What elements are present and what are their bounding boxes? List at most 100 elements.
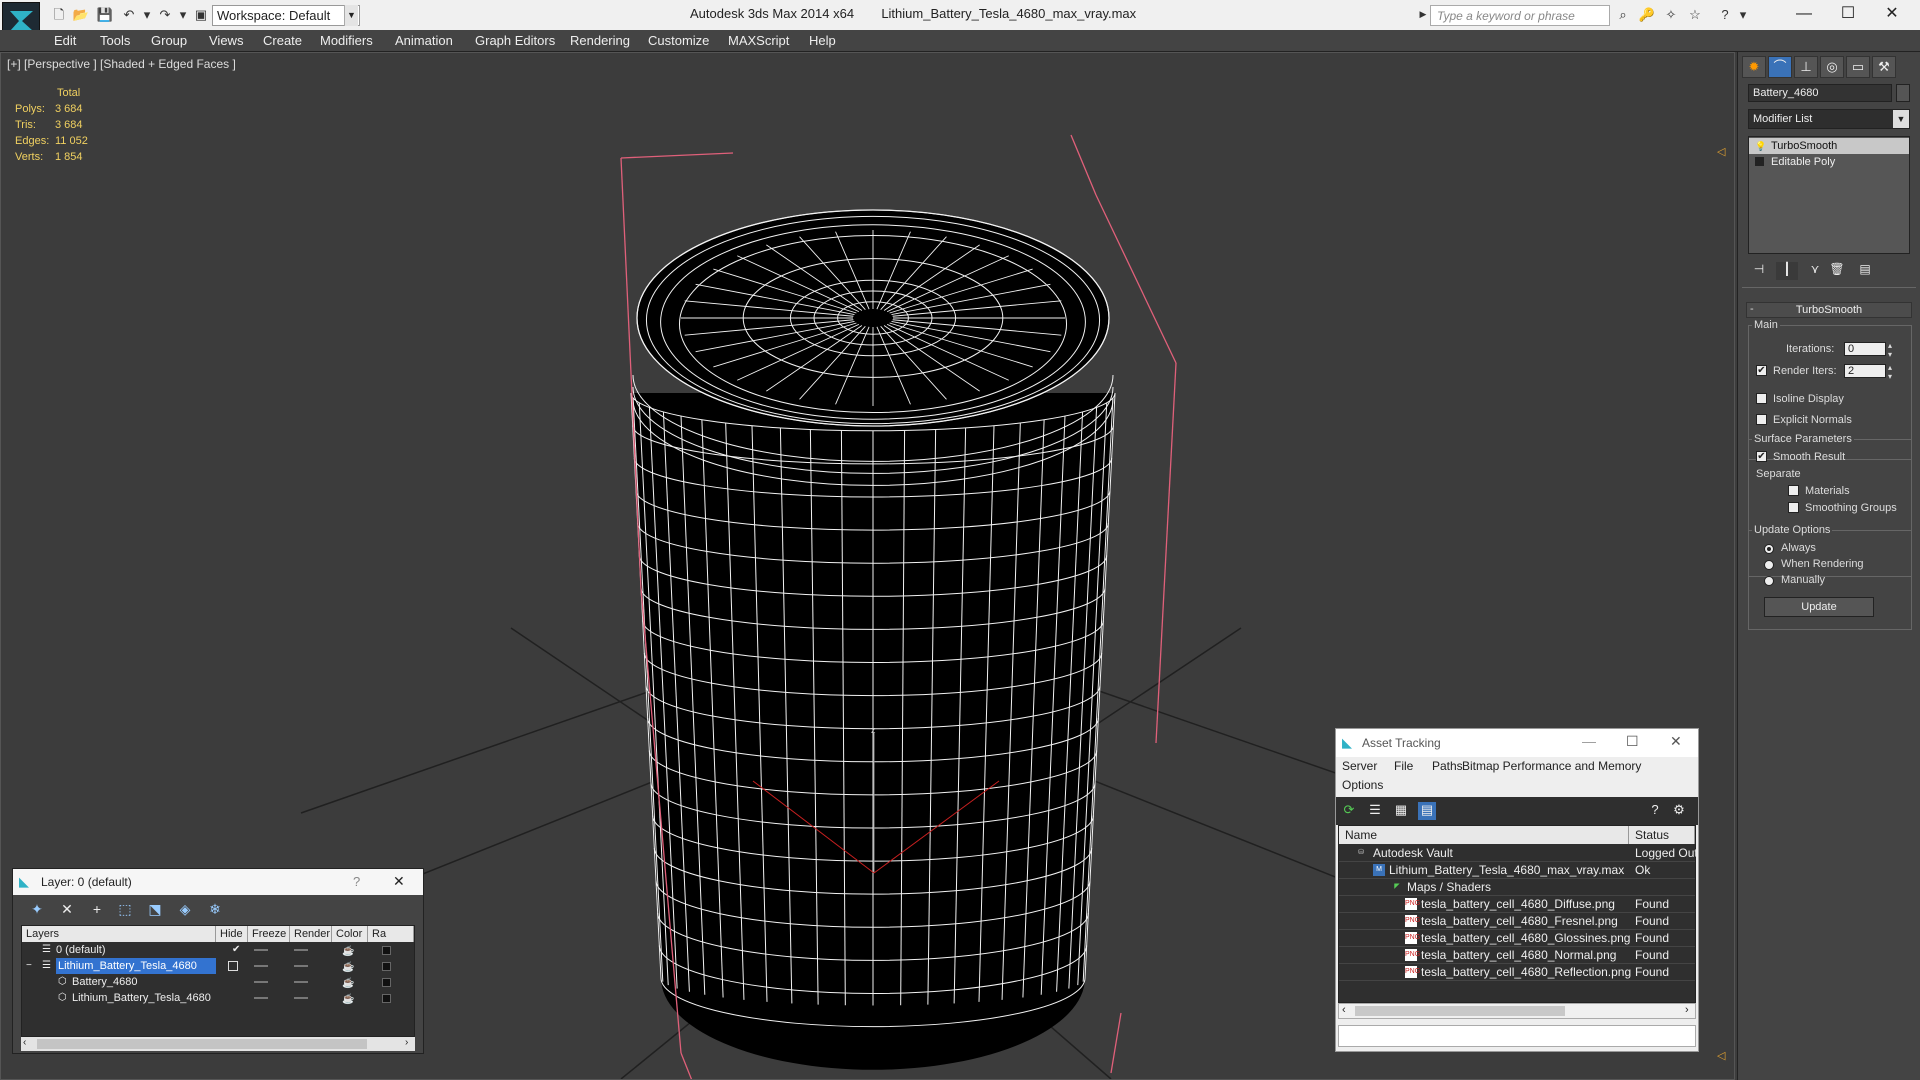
scrollbar-thumb[interactable] (1355, 1006, 1565, 1016)
help-button[interactable]: ? (353, 874, 360, 889)
maximize-button[interactable]: ☐ (1828, 2, 1868, 26)
maximize-button[interactable]: ☐ (1626, 733, 1639, 750)
list-view-icon[interactable]: ☰ (1366, 802, 1384, 820)
render-iters-spinner[interactable]: 2 (1844, 364, 1886, 378)
horizontal-scrollbar[interactable]: ‹ › (21, 1037, 415, 1051)
layer-color-swatch[interactable] (382, 962, 391, 971)
viewport-label[interactable]: [+] [Perspective ] [Shaded + Edged Faces… (7, 57, 236, 71)
new-file-icon[interactable]: 🗋 (50, 7, 68, 23)
isoline-display-checkbox[interactable] (1756, 393, 1767, 404)
hide-toggle[interactable] (254, 949, 268, 951)
asset-row[interactable]: PNG tesla_battery_cell_4680_Diffuse.png … (1339, 896, 1695, 913)
open-file-icon[interactable]: 📂 (72, 7, 90, 23)
layer-name[interactable]: 0 (default) (56, 942, 106, 958)
freeze-all-icon[interactable]: ❄ (205, 901, 225, 919)
menu-customize[interactable]: Customize (648, 33, 709, 48)
column-header-hide[interactable]: Hide (216, 926, 248, 942)
asset-row[interactable]: PNG tesla_battery_cell_4680_Fresnel.png … (1339, 913, 1695, 930)
column-header-name[interactable]: Name (1339, 826, 1629, 844)
menu-options[interactable]: Options (1342, 778, 1383, 792)
make-unique-icon[interactable]: ⋎ (1804, 262, 1826, 280)
freeze-toggle[interactable] (294, 997, 308, 999)
minimize-button[interactable]: — (1784, 2, 1824, 26)
thumbnail-view-icon[interactable]: ▦ (1392, 802, 1410, 820)
modify-tab-icon[interactable]: ⌒ (1768, 56, 1792, 78)
column-header-layers[interactable]: Layers (22, 926, 216, 942)
highlight-layer-icon[interactable]: ⬔ (145, 901, 165, 919)
asset-path-field[interactable] (1338, 1025, 1696, 1047)
hierarchy-tab-icon[interactable]: ⊥ (1794, 56, 1818, 78)
freeze-toggle[interactable] (294, 965, 308, 967)
menu-file[interactable]: File (1394, 759, 1413, 773)
column-header-radiosity[interactable]: Ra (368, 926, 414, 942)
scroll-left-icon[interactable]: ‹ (23, 1037, 26, 1048)
spinner-arrows-icon[interactable]: ▴ ▾ (1888, 341, 1892, 359)
when-rendering-radio[interactable] (1764, 560, 1774, 570)
select-objects-icon[interactable]: ⬚ (115, 901, 135, 919)
collapse-icon[interactable]: - (1750, 303, 1754, 315)
layer-name[interactable]: Lithium_Battery_Tesla_4680 (56, 958, 216, 974)
display-tab-icon[interactable]: ▭ (1846, 56, 1870, 78)
hide-toggle[interactable] (254, 997, 268, 999)
asset-row[interactable]: ◤ Maps / Shaders (1339, 879, 1695, 896)
menu-maxscript[interactable]: MAXScript (728, 33, 789, 48)
asset-row[interactable]: PNG tesla_battery_cell_4680_Reflection.p… (1339, 964, 1695, 981)
update-button[interactable]: Update (1764, 597, 1874, 617)
pin-stack-icon[interactable]: ⊣ (1748, 262, 1770, 280)
menu-views[interactable]: Views (209, 33, 243, 48)
asset-row[interactable]: PNG tesla_battery_cell_4680_Normal.png F… (1339, 947, 1695, 964)
close-button[interactable]: ✕ (1670, 733, 1682, 750)
utilities-tab-icon[interactable]: ⚒ (1872, 56, 1896, 78)
scroll-left-icon[interactable]: ‹ (1342, 1004, 1346, 1016)
subscription-icon[interactable]: 🔑 (1638, 7, 1656, 23)
motion-tab-icon[interactable]: ◎ (1820, 56, 1844, 78)
object-color-swatch[interactable] (1896, 84, 1910, 102)
smoothing-groups-checkbox[interactable] (1788, 502, 1799, 513)
menu-help[interactable]: Help (809, 33, 836, 48)
spinner-arrows-icon[interactable]: ▴ ▾ (1888, 363, 1892, 381)
explicit-normals-checkbox[interactable] (1756, 414, 1767, 425)
collapse-icon[interactable]: − (26, 958, 32, 974)
stack-item-editable-poly[interactable]: Editable Poly (1749, 154, 1909, 170)
always-radio[interactable] (1764, 544, 1774, 554)
undo-dropdown-icon[interactable]: ▾ (138, 7, 156, 23)
create-tab-icon[interactable]: ✹ (1742, 56, 1766, 78)
menu-animation[interactable]: Animation (395, 33, 453, 48)
binoculars-icon[interactable]: ⌕ (1614, 7, 1632, 23)
menu-tools[interactable]: Tools (100, 33, 130, 48)
manually-radio[interactable] (1764, 576, 1774, 586)
horizontal-scrollbar[interactable]: ‹ › (1338, 1003, 1696, 1019)
render-iters-checkbox[interactable]: ✔ (1756, 365, 1767, 376)
set-active-box[interactable] (228, 961, 238, 971)
expand-icon[interactable] (1755, 157, 1764, 166)
menu-bitmap-performance[interactable]: Bitmap Performance and Memory (1462, 759, 1641, 773)
asset-row[interactable]: M Lithium_Battery_Tesla_4680_max_vray.ma… (1339, 862, 1695, 879)
layer-window-titlebar[interactable]: ◣ Layer: 0 (default) ? ✕ (13, 869, 423, 895)
layer-row[interactable]: ⬡ Lithium_Battery_Tesla_4680 ☕ (22, 990, 414, 1006)
column-header-freeze[interactable]: Freeze (248, 926, 290, 942)
asset-row[interactable]: PNG tesla_battery_cell_4680_Glossines.pn… (1339, 930, 1695, 947)
hide-all-icon[interactable]: ◈ (175, 901, 195, 919)
create-layer-icon[interactable]: ✦ (27, 901, 47, 919)
render-teapot-icon[interactable]: ☕ (342, 992, 354, 1008)
search-input[interactable]: Type a keyword or phrase (1430, 5, 1610, 26)
menu-group[interactable]: Group (151, 33, 187, 48)
layer-color-swatch[interactable] (382, 994, 391, 1003)
freeze-toggle[interactable] (294, 949, 308, 951)
layer-row[interactable]: − ☰ Lithium_Battery_Tesla_4680 ☕ (22, 958, 414, 974)
menu-edit[interactable]: Edit (54, 33, 76, 48)
freeze-toggle[interactable] (294, 981, 308, 983)
object-name[interactable]: Lithium_Battery_Tesla_4680 (72, 990, 211, 1006)
layer-row[interactable]: ☰ 0 (default) ✔ ☕ (22, 942, 414, 958)
rollout-turbosmooth[interactable]: TurboSmooth (1746, 302, 1912, 318)
hide-toggle[interactable] (254, 965, 268, 967)
communication-center-icon[interactable]: ✧ (1662, 7, 1680, 23)
close-button[interactable]: ✕ (393, 873, 405, 890)
menu-paths[interactable]: Paths (1432, 759, 1463, 773)
redo-dropdown-icon[interactable]: ▾ (174, 7, 192, 23)
menu-modifiers[interactable]: Modifiers (320, 33, 373, 48)
asset-row[interactable]: ⛁ Autodesk Vault Logged Out (1339, 845, 1698, 862)
configure-sets-icon[interactable]: ▤ (1854, 262, 1876, 280)
minimize-button[interactable]: — (1582, 733, 1596, 749)
asset-window-titlebar[interactable]: ◣ Asset Tracking — ☐ ✕ (1336, 729, 1698, 757)
